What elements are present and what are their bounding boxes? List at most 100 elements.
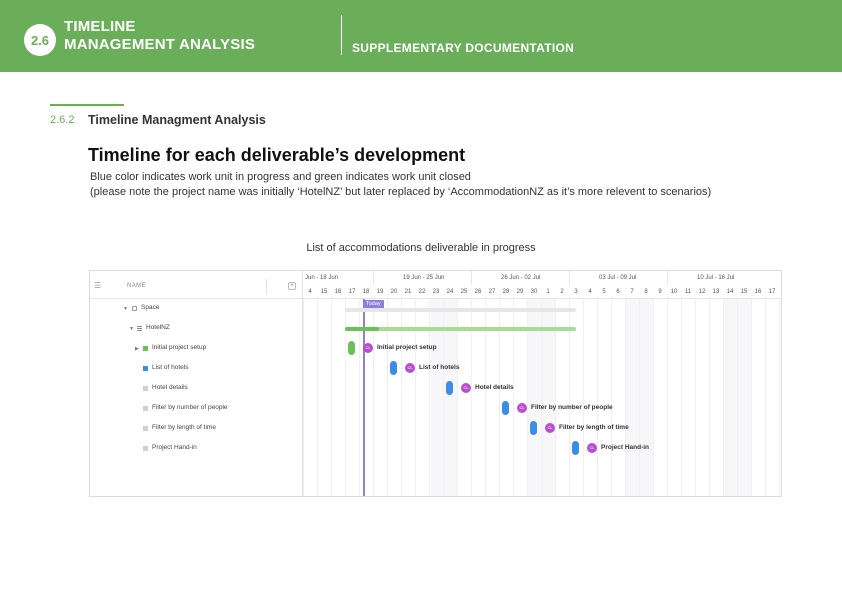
day-label: 15 [320,289,328,295]
task-label: Hotel details [152,384,188,391]
list-progress-bar[interactable] [345,327,576,331]
grid-line [709,299,710,496]
day-label: 1 [779,289,781,295]
task-bar[interactable] [572,441,579,455]
week-label: 03 Jul - 09 Jul [599,275,637,281]
task-bar[interactable] [348,341,355,355]
day-label: 10 [670,289,678,295]
folder-icon [132,306,137,311]
status-open-icon [143,426,148,431]
header-divider [341,15,342,55]
day-label: 22 [418,289,426,295]
avatar[interactable]: CL [363,343,373,353]
day-label: 15 [740,289,748,295]
day-label: 17 [768,289,776,295]
task-label: Project Hand-in [152,444,197,451]
subsection-title: Timeline Managment Analysis [88,113,266,127]
header-title-line1: TIMELINE [64,18,136,35]
task-bar[interactable] [390,361,397,375]
figure-caption: List of accommodations deliverable in pr… [306,242,536,254]
table-row[interactable]: Filter by length of time [90,419,303,439]
week-header: Jun - 18 Jun 19 Jun - 25 Jun 26 Jun - 02 J… [303,271,781,285]
list-progress-fill [345,327,379,331]
add-column-icon[interactable]: + [288,282,296,290]
space-timeline-bar[interactable] [345,308,576,312]
day-label: 6 [616,289,620,295]
day-label: 28 [502,289,510,295]
day-label: 2 [560,289,564,295]
chevron-right-icon[interactable]: ▶ [135,346,139,352]
avatar[interactable]: CL [587,443,597,453]
space-label: Space [141,304,160,311]
task-bar-label: Initial project setup [377,344,437,351]
day-label: 25 [460,289,468,295]
day-label: 13 [712,289,720,295]
name-column-label: NAME [127,283,146,289]
grid-line [681,299,682,496]
day-label: 23 [432,289,440,295]
task-label: Filter by length of time [152,424,216,431]
task-bar-label: Filter by length of time [559,424,629,431]
day-label: 27 [488,289,496,295]
task-bar[interactable] [530,421,537,435]
day-label: 3 [574,289,578,295]
task-bar[interactable] [502,401,509,415]
chevron-down-icon[interactable]: ▼ [129,326,134,332]
grid-line [695,299,696,496]
collapse-menu-icon[interactable]: ☰ [94,281,101,290]
status-open-icon [143,406,148,411]
grid-line [625,299,626,496]
avatar[interactable]: CL [517,403,527,413]
table-row[interactable]: Filter by number of people [90,399,303,419]
column-divider [266,279,267,295]
table-row[interactable]: List of hotels [90,359,303,379]
header-subtitle: SUPPLEMENTARY DOCUMENTATION [352,41,575,55]
chevron-down-icon[interactable]: ▼ [123,306,128,312]
grid-line [751,299,752,496]
gantt-name-panel: ☰ NAME + ▼ Space ▼ HotelNZ ▶ Initial pro… [90,271,303,496]
task-bar[interactable] [446,381,453,395]
table-row[interactable]: ▶ Initial project setup [90,339,303,359]
day-label: 16 [754,289,762,295]
day-label: 26 [474,289,482,295]
table-row[interactable]: Hotel details [90,379,303,399]
avatar[interactable]: CL [405,363,415,373]
status-closed-icon [143,346,148,351]
day-label: 24 [446,289,454,295]
gantt-chart: ☰ NAME + ▼ Space ▼ HotelNZ ▶ Initial pro… [89,270,782,497]
week-separator [471,271,472,285]
grid-line [765,299,766,496]
list-icon [137,326,142,331]
week-separator [667,271,668,285]
week-separator [569,271,570,285]
grid-line [317,299,318,496]
day-label: 17 [348,289,356,295]
gantt-name-header: ☰ NAME + [90,271,303,299]
grid-line [639,299,640,496]
task-bar-label: Filter by number of people [531,404,613,411]
day-label: 4 [308,289,312,295]
day-label: 21 [404,289,412,295]
day-label: 12 [698,289,706,295]
avatar[interactable]: CL [461,383,471,393]
day-header: 4 15 16 17 18 19 20 21 22 23 24 25 26 27 28 29 30 1 2 3 4 5 6 7… [303,285,781,299]
task-bar-label: Project Hand-in [601,444,650,451]
avatar[interactable]: CL [545,423,555,433]
gantt-timeline[interactable]: Jun - 18 Jun 19 Jun - 25 Jun 26 Jun - 02 J… [303,271,781,496]
description-line-1: Blue color indicates work unit in progre… [90,171,471,183]
list-item[interactable]: ▼ Space [90,299,303,319]
day-label: 1 [546,289,550,295]
header-title-line2: MANAGEMENT ANALYSIS [64,36,256,53]
day-label: 8 [644,289,648,295]
day-label: 4 [588,289,592,295]
main-heading: Timeline for each deliverable’s developm… [88,145,466,165]
grid-line [583,299,584,496]
day-label: 29 [516,289,524,295]
list-item[interactable]: ▼ HotelNZ [90,319,303,339]
task-label: List of hotels [152,364,189,371]
grid-line [611,299,612,496]
week-label: 10 Jul - 16 Jul [697,275,735,281]
status-open-icon [143,446,148,451]
week-label: 19 Jun - 25 Jun [403,275,445,281]
table-row[interactable]: Project Hand-in [90,439,303,459]
